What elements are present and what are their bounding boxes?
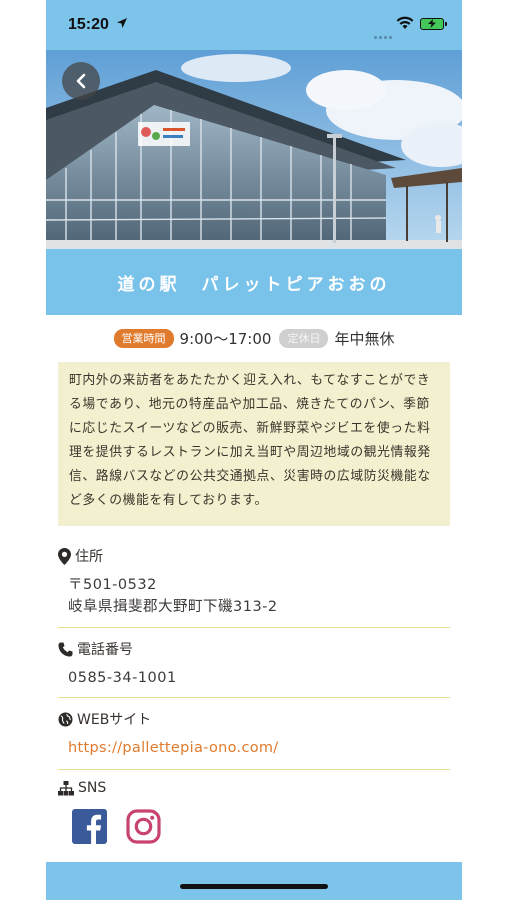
- back-button[interactable]: [62, 62, 100, 100]
- home-indicator[interactable]: [180, 884, 328, 889]
- title-bar: 道の駅 パレットピアおおの: [46, 249, 462, 315]
- roadside-station-photo: [46, 50, 462, 249]
- phone-label: 電話番号: [77, 642, 133, 658]
- sns-icons: [72, 809, 180, 848]
- phone-section: 電話番号 0585-34-1001: [58, 639, 450, 689]
- app-screen: 15:20 道の駅 パレットピアおおの 営業時間 9:00～17:00 定休日 …: [46, 0, 462, 900]
- closed-day-badge: 定休日: [279, 328, 329, 348]
- instagram-icon: [126, 809, 161, 844]
- battery-icon: [420, 18, 447, 30]
- sns-label: SNS: [78, 780, 107, 796]
- address-label-row: 住所: [58, 546, 450, 566]
- wifi-icon: [396, 16, 414, 29]
- map-pin-icon: [58, 547, 71, 565]
- phone-number[interactable]: 0585-34-1001: [68, 667, 450, 689]
- divider: [58, 769, 450, 770]
- address-section: 住所 〒501-0532 岐阜県揖斐郡大野町下磯313-2: [58, 546, 450, 618]
- sns-section: SNS: [58, 778, 450, 798]
- chevron-left-icon: [76, 73, 86, 89]
- instagram-button[interactable]: [126, 809, 161, 848]
- status-time: 15:20: [68, 16, 109, 33]
- hours-badge: 営業時間: [113, 328, 174, 348]
- website-label-row: WEBサイト: [58, 709, 450, 729]
- charging-bolt-icon: [428, 19, 436, 28]
- hours-row: 営業時間 9:00～17:00 定休日 年中無休: [46, 326, 462, 350]
- cellular-signal-icon: [374, 24, 396, 39]
- divider: [58, 627, 450, 628]
- description-box: 町内外の来訪者をあたたかく迎え入れ、もてなすことができる場であり、地元の特産品や…: [58, 362, 450, 526]
- website-label: WEBサイト: [77, 712, 152, 728]
- hero-image: [46, 50, 462, 249]
- website-section: WEBサイト https://pallettepia-ono.com/: [58, 709, 450, 756]
- website-link[interactable]: https://pallettepia-ono.com/: [68, 740, 279, 756]
- globe-icon: [58, 712, 73, 726]
- address-line: 岐阜県揖斐郡大野町下磯313-2: [68, 599, 278, 615]
- closed-day-value: 年中無休: [334, 329, 395, 348]
- page-title: 道の駅 パレットピアおおの: [117, 274, 391, 295]
- phone-icon: [58, 642, 73, 656]
- hours-value: 9:00～17:00: [179, 329, 272, 348]
- address-postal: 〒501-0532: [68, 577, 157, 593]
- sns-label-row: SNS: [58, 778, 450, 798]
- divider: [58, 697, 450, 698]
- status-bar: 15:20: [46, 0, 462, 50]
- location-arrow-icon: [117, 18, 127, 28]
- bottom-bar: [46, 862, 462, 900]
- facebook-button[interactable]: [72, 809, 107, 848]
- phone-label-row: 電話番号: [58, 639, 450, 659]
- address-label: 住所: [75, 549, 103, 565]
- facebook-icon: [72, 809, 107, 844]
- sitemap-icon: [58, 780, 74, 795]
